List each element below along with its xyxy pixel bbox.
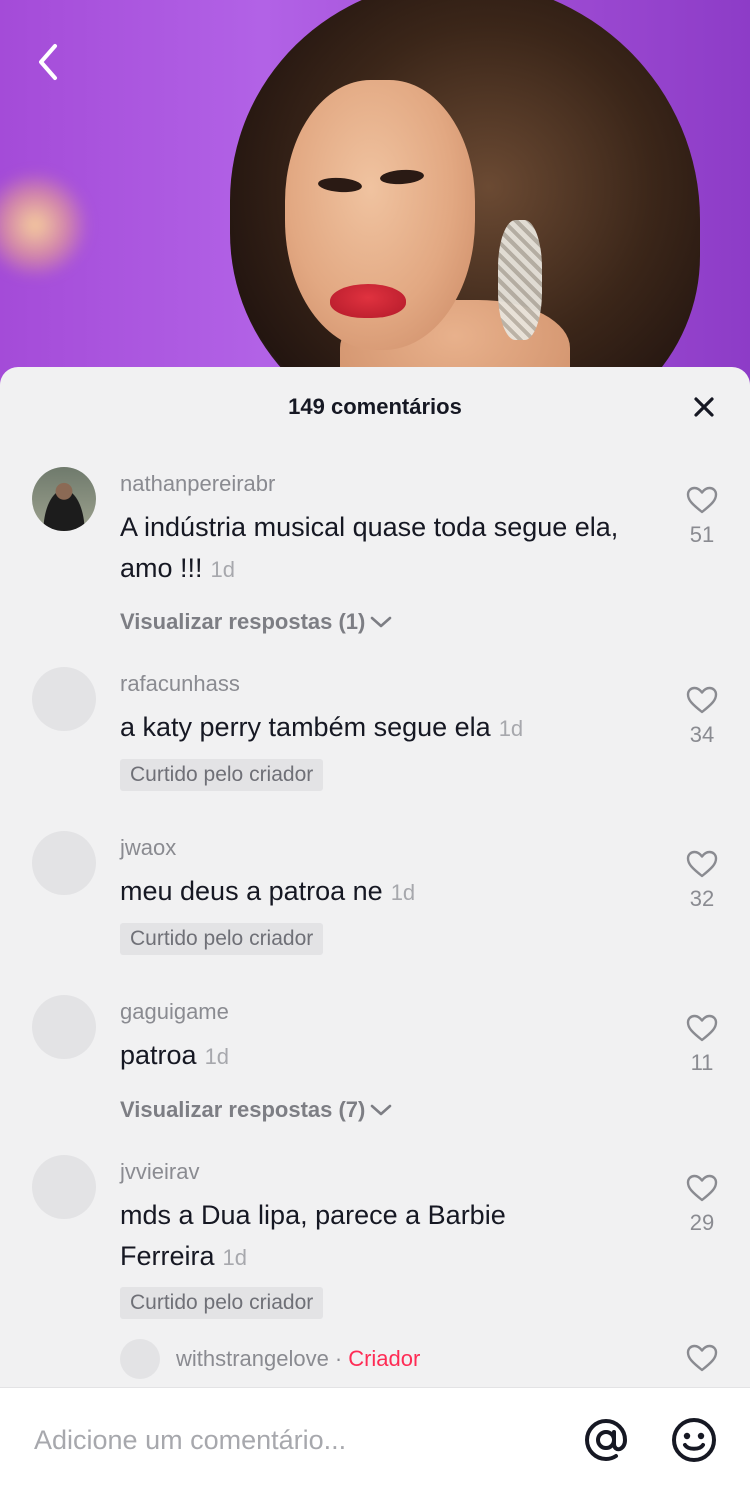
close-icon (694, 397, 714, 417)
avatar[interactable] (32, 467, 96, 531)
like-button[interactable]: 34 (676, 685, 728, 748)
like-count: 29 (689, 1210, 715, 1235)
comments-sheet: 149 comentários nathanpereirabr A indúst… (0, 367, 750, 1387)
comment-time: 1d (204, 1044, 230, 1069)
lips (330, 284, 406, 318)
creator-reply: withstrangelove · Criador (120, 1339, 420, 1379)
avatar[interactable] (32, 1155, 96, 1219)
mention-button[interactable] (582, 1416, 630, 1464)
heart-icon (686, 486, 718, 514)
chevron-left-icon (39, 44, 57, 80)
heart-icon (686, 1014, 718, 1042)
view-replies-button[interactable]: Visualizar respostas (7) (120, 1097, 393, 1123)
comment-username[interactable]: nathanpereirabr (120, 471, 275, 497)
comment-text: A indústria musical quase toda segue ela… (120, 512, 619, 583)
creator-label: Criador (348, 1346, 421, 1371)
like-count: 32 (689, 886, 715, 911)
like-count: 34 (689, 722, 715, 747)
heart-icon (686, 686, 718, 714)
comment-text: a katy perry também segue ela 1d (120, 712, 524, 742)
like-button[interactable]: 29 (676, 1173, 728, 1236)
like-button[interactable]: 11 (676, 1013, 728, 1076)
emoji-button[interactable] (670, 1416, 718, 1464)
liked-by-creator-badge: Curtido pelo criador (120, 923, 324, 955)
comment-time: 1d (222, 1245, 247, 1270)
emoji-icon (672, 1418, 716, 1462)
comment-text: patroa 1d (120, 1040, 230, 1070)
chevron-down-icon (371, 616, 392, 628)
comment-time: 1d (498, 716, 524, 741)
at-sign-icon (584, 1418, 628, 1462)
comment-time: 1d (390, 880, 416, 905)
comment-username[interactable]: rafacunhass (120, 671, 240, 697)
comment-time: 1d (210, 557, 236, 582)
comment-username[interactable]: jvvieirav (120, 1159, 199, 1185)
like-button[interactable]: 51 (676, 485, 728, 548)
video-preview (0, 0, 750, 400)
like-button[interactable]: 32 (676, 849, 728, 912)
stage-light (0, 170, 90, 280)
avatar[interactable] (32, 995, 96, 1059)
heart-icon (686, 1344, 718, 1372)
reply-separator: · (334, 1346, 343, 1371)
reply-like-button[interactable] (676, 1343, 728, 1378)
comments-count-title: 149 comentários (288, 394, 462, 419)
like-count: 51 (689, 522, 715, 547)
close-button[interactable] (690, 393, 718, 421)
comment-text: meu deus a patroa ne 1d (120, 876, 416, 906)
comment-input[interactable] (34, 1418, 554, 1462)
avatar[interactable] (32, 667, 96, 731)
view-replies-button[interactable]: Visualizar respostas (1) (120, 609, 393, 635)
heart-icon (686, 1174, 718, 1202)
heart-icon (686, 850, 718, 878)
comment-username[interactable]: jwaox (120, 835, 176, 861)
avatar[interactable] (32, 831, 96, 895)
reply-username[interactable]: withstrangelove (176, 1346, 329, 1372)
liked-by-creator-badge: Curtido pelo criador (120, 1287, 324, 1319)
sheet-header: 149 comentários (0, 367, 750, 447)
reply-avatar[interactable] (120, 1339, 160, 1379)
comment-input-bar (0, 1387, 750, 1491)
chevron-down-icon (371, 1104, 392, 1116)
liked-by-creator-badge: Curtido pelo criador (120, 759, 324, 791)
like-count: 11 (690, 1050, 714, 1075)
comment-text: mds a Dua lipa, parece a Barbie Ferreira… (120, 1200, 506, 1271)
earring (498, 220, 542, 340)
back-button[interactable] (28, 38, 68, 86)
comment-username[interactable]: gaguigame (120, 999, 229, 1025)
